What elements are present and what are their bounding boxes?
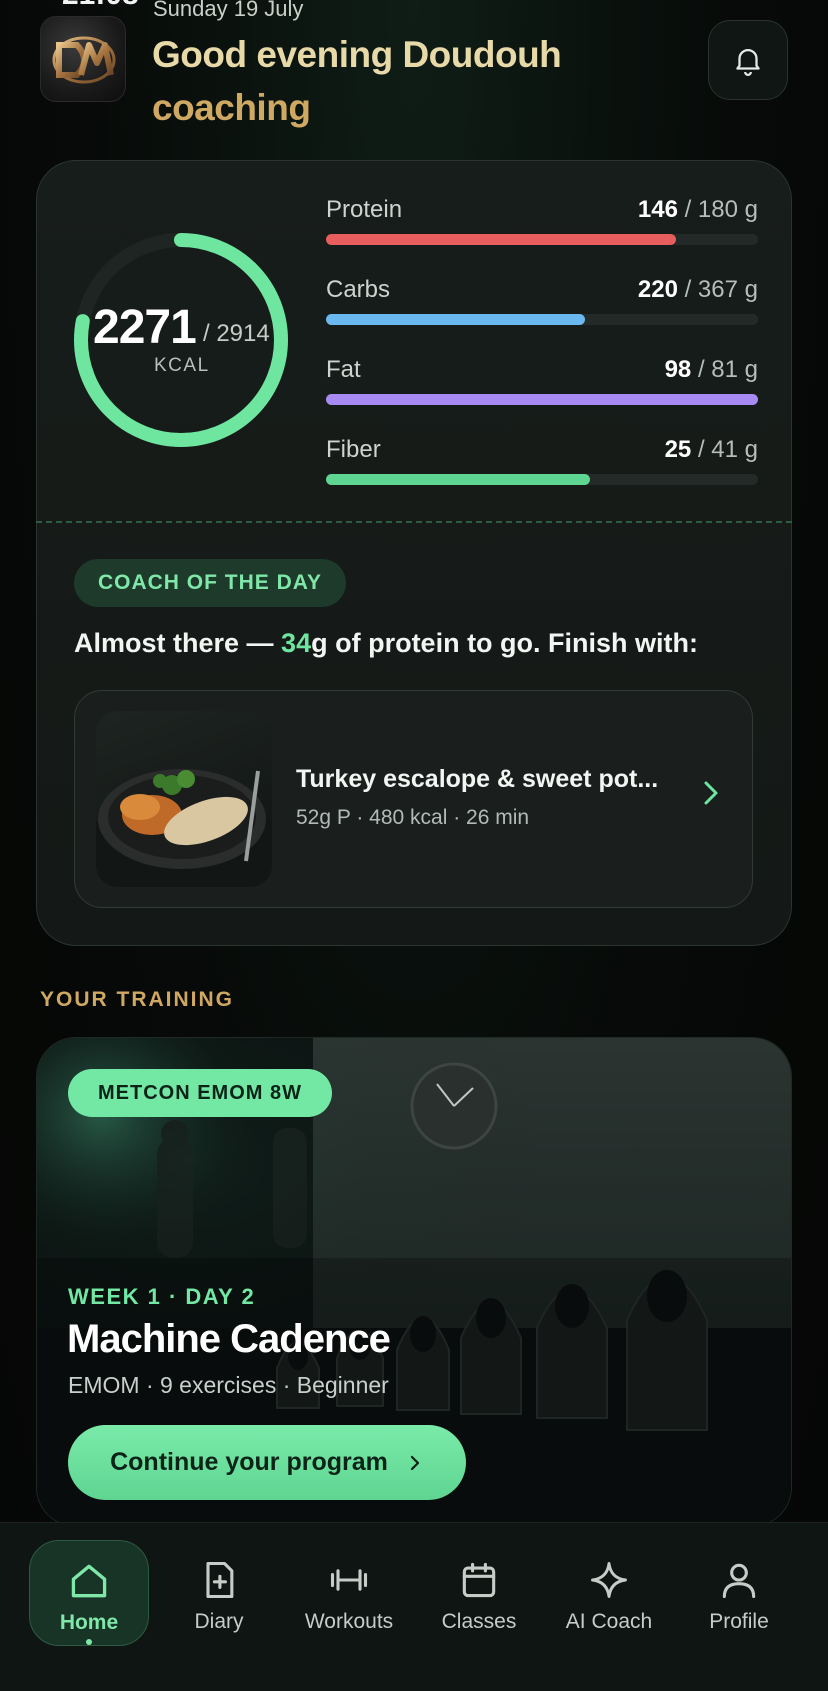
greeting-subline: coaching — [152, 87, 311, 128]
status-icons — [668, 0, 788, 6]
card-divider — [36, 521, 792, 523]
chevron-right-icon — [410, 1455, 420, 1470]
macro-value: 146 / 180 g — [637, 196, 758, 223]
macro-value: 98 / 81 g — [664, 356, 758, 383]
tab-diary[interactable]: Diary — [159, 1540, 279, 1646]
avatar[interactable] — [40, 16, 126, 102]
meal-image — [96, 711, 272, 887]
macro-name: Fiber — [326, 436, 381, 463]
dumbbell-icon — [330, 1569, 368, 1591]
macro-bar-fill — [326, 234, 676, 245]
macro-bar-fill — [326, 474, 590, 485]
macro-bar — [326, 394, 758, 405]
tab-label: Workouts — [304, 1610, 394, 1633]
sparkle-icon — [591, 1562, 627, 1598]
home-icon — [71, 1564, 107, 1598]
kcal-value: 2271 — [93, 301, 197, 354]
macro-bar — [326, 234, 758, 245]
section-title-training: YOUR TRAINING — [40, 988, 234, 1011]
workout-title: Machine Cadence — [67, 1317, 391, 1361]
status-time: 21:08 — [62, 0, 139, 12]
tab-classes[interactable]: Classes — [419, 1540, 539, 1646]
active-indicator — [86, 1639, 92, 1645]
diary-add-icon — [206, 1561, 234, 1599]
workout-meta: EMOM · 9 exercises · Beginner — [68, 1372, 389, 1398]
tab-ai-coach[interactable]: AI Coach — [549, 1540, 669, 1646]
tab-label: AI Coach — [565, 1610, 653, 1633]
tab-profile[interactable]: Profile — [679, 1540, 799, 1646]
kcal-goal: / 2914 — [203, 320, 270, 347]
tab-label: Profile — [709, 1610, 769, 1633]
bell-icon — [736, 49, 760, 76]
macro-bar-fill — [326, 394, 758, 405]
greeting-title: Good evening Doudouh coaching — [152, 28, 672, 134]
tab-home[interactable]: Home — [29, 1540, 149, 1646]
continue-program-label: Continue your program — [110, 1448, 388, 1476]
tab-label: Diary — [194, 1610, 244, 1633]
meal-title: Turkey escalope & sweet pot... — [296, 765, 659, 793]
tab-label: Home — [59, 1611, 119, 1634]
macro-name: Fat — [326, 356, 361, 383]
meal-meta: 52g P · 480 kcal · 26 min — [296, 806, 530, 829]
coach-message: Almost there — 34g of protein to go. Fin… — [74, 628, 699, 658]
macro-bar — [326, 474, 758, 485]
macro-carbs: Carbs 220 / 367 g — [326, 276, 758, 336]
kcal-label: KCAL — [154, 355, 210, 376]
program-badge: METCON EMOM 8W — [68, 1069, 332, 1117]
tab-workouts[interactable]: Workouts — [289, 1540, 409, 1646]
macro-protein: Protein 146 / 180 g — [326, 196, 758, 256]
coach-badge: COACH OF THE DAY — [74, 559, 346, 607]
greeting-line: Good evening Doudouh — [152, 34, 562, 75]
macro-name: Carbs — [326, 276, 391, 303]
macro-bar-fill — [326, 314, 586, 325]
notifications-button[interactable] — [708, 20, 788, 100]
macro-fiber: Fiber 25 / 41 g — [326, 436, 758, 496]
continue-program-button[interactable]: Continue your program — [68, 1425, 466, 1500]
dm-logo-icon — [52, 36, 116, 84]
macro-bar — [326, 314, 758, 325]
chevron-right-icon[interactable] — [696, 778, 726, 808]
program-week-day: WEEK 1 · DAY 2 — [68, 1284, 256, 1309]
date-label: Sunday 19 July — [153, 0, 304, 21]
macro-value: 220 / 367 g — [637, 276, 758, 303]
calendar-icon — [462, 1562, 496, 1598]
macro-value: 25 / 41 g — [664, 436, 758, 463]
profile-icon — [722, 1563, 756, 1599]
macro-fat: Fat 98 / 81 g — [326, 356, 758, 416]
macro-name: Protein — [326, 196, 403, 223]
tab-label: Classes — [441, 1610, 517, 1633]
